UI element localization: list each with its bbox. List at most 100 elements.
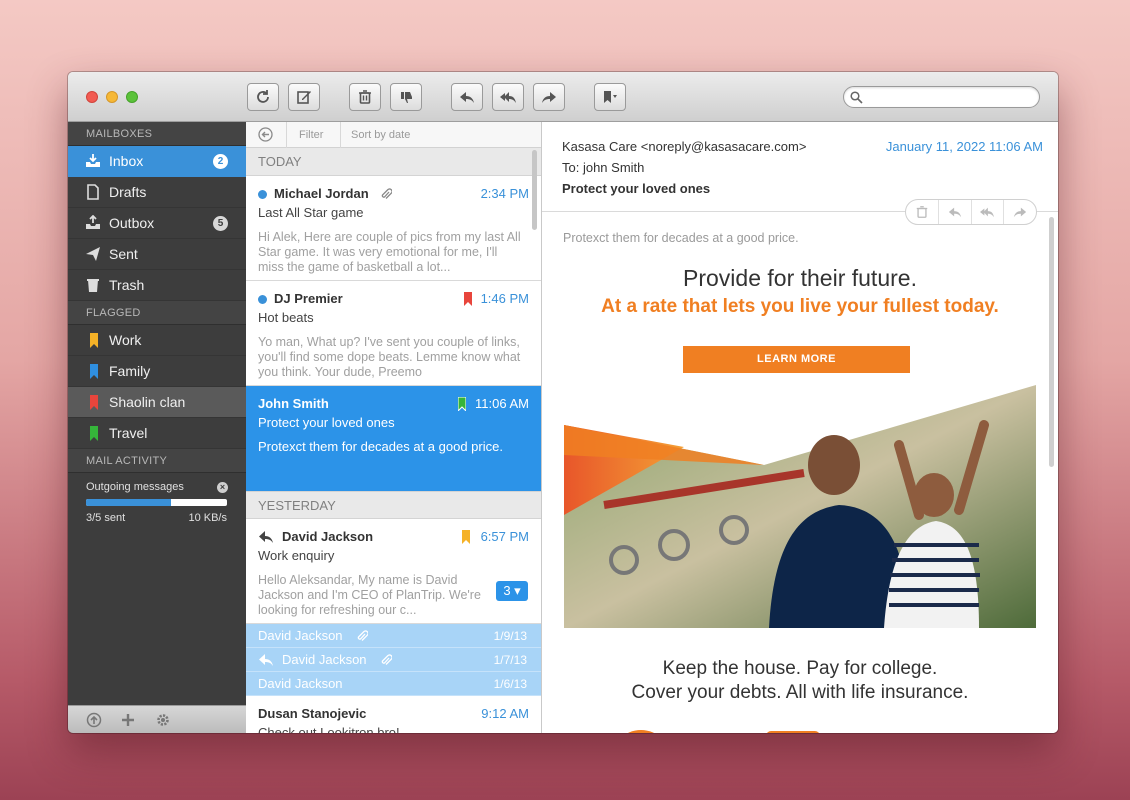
message-subject: Protect your loved ones xyxy=(258,415,395,430)
sidebar-item-label: Shaolin clan xyxy=(109,394,186,410)
reading-pane: Kasasa Care <noreply@kasasacare.com> Jan… xyxy=(542,122,1058,733)
flag-icon xyxy=(462,530,470,544)
sender: David Jackson xyxy=(258,628,343,643)
paper-plane-icon xyxy=(86,247,100,261)
activity-title: Outgoing messages xyxy=(86,481,184,493)
sidebar-item-label: Drafts xyxy=(109,184,147,200)
mail-activity-header: MAIL ACTIVITY xyxy=(68,449,246,473)
sending-progress-bar xyxy=(86,499,227,506)
transfer-speed: 10 KB/s xyxy=(188,512,227,524)
sender: David Jackson xyxy=(282,652,367,667)
flagged-header: FLAGGED xyxy=(68,301,246,325)
message-subject: Protect your loved ones xyxy=(562,181,711,196)
message-subject: Check out Lookitron bro! xyxy=(258,725,400,733)
sidebar-item-inbox[interactable]: Inbox 2 xyxy=(68,146,246,177)
message-item[interactable]: Michael Jordan 2:34 PM Last All Star gam… xyxy=(246,176,541,281)
email-preheader: Protexct them for decades at a good pric… xyxy=(563,231,799,245)
forward-button[interactable] xyxy=(533,83,565,111)
mailboxes-header: MAILBOXES xyxy=(68,122,246,146)
trash-icon xyxy=(359,90,371,104)
reply-all-button[interactable] xyxy=(972,200,1005,224)
flag-icon xyxy=(464,292,472,306)
thread-item[interactable]: David Jackson 1/7/13 xyxy=(246,648,541,672)
thread-date: 1/7/13 xyxy=(493,653,527,667)
keep-line-1: Keep the house. Pay for college. xyxy=(662,658,938,679)
sidebar-item-trash[interactable]: Trash xyxy=(68,270,246,301)
sidebar-item-label: Trash xyxy=(109,277,145,293)
sidebar-item-shaolin-clan[interactable]: Shaolin clan xyxy=(68,387,246,418)
thread-item[interactable]: David Jackson 1/9/13 xyxy=(246,624,541,648)
sidebar-item-outbox[interactable]: Outbox 5 xyxy=(68,208,246,239)
message-item[interactable]: Dusan Stanojevic 9:12 AM Check out Looki… xyxy=(246,696,541,733)
sender: David Jackson xyxy=(258,676,343,691)
reply-button[interactable] xyxy=(451,83,483,111)
trash-icon xyxy=(87,279,99,292)
forward-icon xyxy=(542,92,556,103)
email-body-text: Keep the house. Pay for college. Cover y… xyxy=(542,657,1058,705)
forward-button[interactable] xyxy=(1004,200,1036,224)
close-window-button[interactable] xyxy=(86,91,98,103)
sender: DJ Premier xyxy=(274,291,343,306)
list-toolbar: Filter Sort by date xyxy=(246,122,541,148)
sidebar-item-label: Work xyxy=(109,332,142,348)
sidebar-item-work[interactable]: Work xyxy=(68,325,246,356)
message-time: 9:12 AM xyxy=(481,706,529,721)
sidebar-item-family[interactable]: Family xyxy=(68,356,246,387)
trash-icon xyxy=(916,206,928,218)
message-item[interactable]: David Jackson 6:57 PM Work enquiry Hello… xyxy=(246,519,541,624)
list-scrollbar[interactable] xyxy=(532,150,537,230)
keep-line-2: Cover your debts. All with life insuranc… xyxy=(631,682,969,703)
back-circle-icon[interactable] xyxy=(258,127,273,142)
outbox-count-badge: 5 xyxy=(213,216,228,231)
add-icon[interactable] xyxy=(120,712,136,728)
message-subject: Hot beats xyxy=(258,310,314,325)
search-input[interactable] xyxy=(843,86,1040,108)
email-headline: Provide for their future. xyxy=(683,265,917,291)
gear-icon[interactable] xyxy=(155,712,171,728)
refresh-button[interactable] xyxy=(247,83,279,111)
progress-fill xyxy=(86,499,171,506)
sidebar: MAILBOXES Inbox 2 Drafts Outbox 5 Sent T… xyxy=(68,122,246,733)
reader-scrollbar[interactable] xyxy=(1049,217,1054,467)
message-subject: Last All Star game xyxy=(258,205,364,220)
compose-button[interactable] xyxy=(288,83,320,111)
replied-icon xyxy=(259,531,273,543)
to-address: To: john Smith xyxy=(562,160,645,175)
minimize-window-button[interactable] xyxy=(106,91,118,103)
toolbar xyxy=(68,72,1058,122)
message-list: Filter Sort by date TODAY Michael Jordan… xyxy=(246,122,542,733)
thread-count: 3 xyxy=(503,583,511,598)
reply-icon xyxy=(460,92,474,103)
sidebar-item-drafts[interactable]: Drafts xyxy=(68,177,246,208)
refresh-icon xyxy=(257,90,269,103)
email-subheadline: At a rate that lets you live your fulles… xyxy=(601,296,999,317)
mail-window: MAILBOXES Inbox 2 Drafts Outbox 5 Sent T… xyxy=(68,72,1058,733)
flag-icon xyxy=(90,333,98,348)
tag-menu-button[interactable] xyxy=(594,83,626,111)
sidebar-item-travel[interactable]: Travel xyxy=(68,418,246,449)
filter-button[interactable]: Filter xyxy=(286,122,340,148)
forward-icon xyxy=(1014,207,1027,218)
upload-icon[interactable] xyxy=(86,712,102,728)
sidebar-item-sent[interactable]: Sent xyxy=(68,239,246,270)
spam-button[interactable] xyxy=(390,83,422,111)
zoom-window-button[interactable] xyxy=(126,91,138,103)
thread-item[interactable]: David Jackson 1/6/13 xyxy=(246,672,541,696)
message-preview: Yo man, What up? I've sent you couple of… xyxy=(258,335,521,379)
delete-button[interactable] xyxy=(906,200,939,224)
message-item-selected[interactable]: John Smith 11:06 AM Protect your loved o… xyxy=(246,386,541,491)
sort-by-date-button[interactable]: Sort by date xyxy=(340,122,410,148)
reply-all-icon xyxy=(980,207,995,218)
message-subject: Work enquiry xyxy=(258,548,335,563)
learn-more-button[interactable]: LEARN MORE xyxy=(683,346,910,373)
outbox-icon xyxy=(86,215,100,229)
sidebar-item-label: Inbox xyxy=(109,153,144,169)
message-item[interactable]: DJ Premier 1:46 PM Hot beats Yo man, Wha… xyxy=(246,281,541,386)
close-icon[interactable]: × xyxy=(217,482,228,493)
delete-button[interactable] xyxy=(349,83,381,111)
reply-all-button[interactable] xyxy=(492,83,524,111)
message-preview: Hello Aleksandar, My name is David Jacks… xyxy=(258,573,481,617)
reply-button[interactable] xyxy=(939,200,972,224)
thread-count-badge[interactable]: 3 ▾ xyxy=(496,581,528,601)
thread-date: 1/6/13 xyxy=(493,677,527,691)
